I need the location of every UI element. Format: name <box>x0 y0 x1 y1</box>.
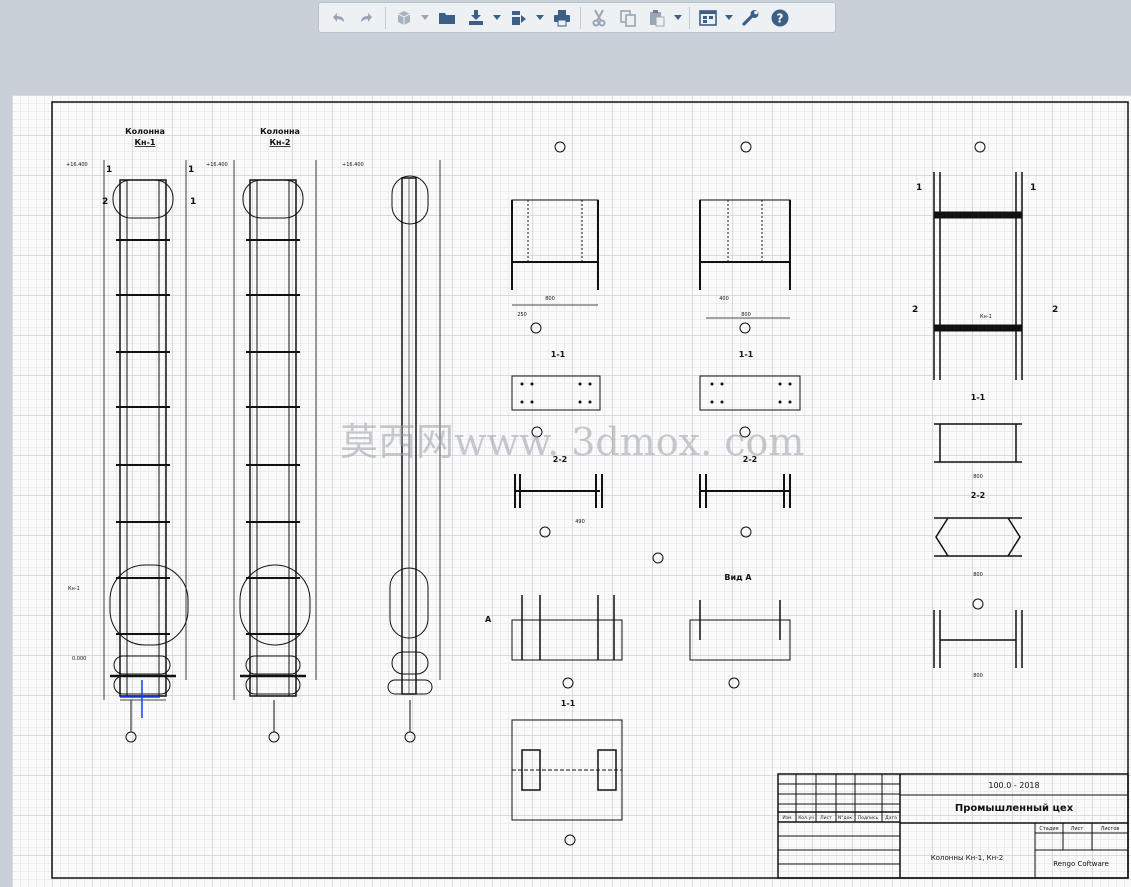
section-title: 1-1 <box>739 350 754 359</box>
column-header: Изм <box>782 815 791 821</box>
dimension: 800 <box>973 572 983 578</box>
section-title: 1-1 <box>971 393 986 402</box>
company-name: Rengo Coftware <box>1053 860 1109 868</box>
section-mark-1: 1 <box>1030 183 1036 193</box>
section-title: 2-2 <box>971 491 985 500</box>
right-section-2-2 <box>934 517 1022 557</box>
sheets-label: Листов <box>1101 826 1120 832</box>
elevation-top-3: +16.400 <box>342 162 364 168</box>
right-section-1-1 <box>934 423 1022 463</box>
section-mark-1: 1 <box>106 165 112 175</box>
detail-node-1 <box>511 141 599 334</box>
dimension: 800 <box>741 312 751 318</box>
column-kn2 <box>233 160 317 743</box>
plate-section-2 <box>699 375 801 411</box>
watermark: 莫西网www. 3dmox. com <box>340 420 804 464</box>
plate-section-1 <box>511 375 601 411</box>
column-header: Кол.уч <box>798 815 814 821</box>
detail-marker <box>652 552 664 564</box>
mark-label: Кн-1 <box>980 314 992 320</box>
elevation-top-2: +16.400 <box>206 162 228 168</box>
col2-id: Кн-2 <box>270 138 291 147</box>
frame-detail <box>933 172 1023 380</box>
sheet-label: Лист <box>1071 826 1084 832</box>
base-plate-detail <box>511 595 791 689</box>
col1-title: Колонна <box>125 127 165 136</box>
col1-id: Кн-1 <box>135 138 156 147</box>
section-mark-2: 2 <box>1052 305 1058 315</box>
section-mark-2: 2 <box>912 305 918 315</box>
view-a-title: Вид А <box>724 573 752 582</box>
col2-title: Колонна <box>260 127 300 136</box>
column-header: Подпись <box>858 815 879 821</box>
column-kn1 <box>103 160 189 743</box>
elevation-zero: 0.000 <box>72 656 86 662</box>
section-mark-1: 1 <box>188 165 194 175</box>
project-name: Промышленный цех <box>955 803 1074 814</box>
dimension: 800 <box>973 474 983 480</box>
anchor-bolt-section <box>511 719 623 846</box>
column-header: Дата <box>885 815 897 821</box>
dimension: 250 <box>517 312 527 318</box>
column-header: N°док <box>838 815 852 821</box>
dimension: 490 <box>575 519 585 525</box>
detail-marker <box>974 141 986 153</box>
stage-label: Стадия <box>1039 826 1058 832</box>
dimension: 800 <box>973 673 983 679</box>
bolt-pattern <box>520 382 792 404</box>
elevation-top-1: +16.400 <box>66 162 88 168</box>
section-title: 1-1 <box>561 699 576 708</box>
detail-marker <box>972 598 984 610</box>
detail-node-2 <box>699 141 791 334</box>
view-a-marker: А <box>485 615 492 624</box>
section-mark-1: 1 <box>916 183 922 193</box>
drawing-code: 100.0 - 2018 <box>988 781 1039 790</box>
mark-label: Кн-1 <box>68 586 80 592</box>
sheet-title: Колонны Кн-1, Кн-2 <box>931 854 1003 862</box>
drawing-sheet: Колонна Кн-1 Колонна Кн-2 +16.400 +16.40… <box>51 101 1129 879</box>
dimension: 400 <box>719 296 729 302</box>
section-mark-2: 2 <box>102 197 108 207</box>
column-header: Лист <box>820 815 832 821</box>
section-2-2-profiles <box>514 474 791 538</box>
right-detail-3 <box>933 610 1023 668</box>
section-title: 1-1 <box>551 350 566 359</box>
dimension: 800 <box>545 296 555 302</box>
section-mark-1: 1 <box>190 197 196 207</box>
